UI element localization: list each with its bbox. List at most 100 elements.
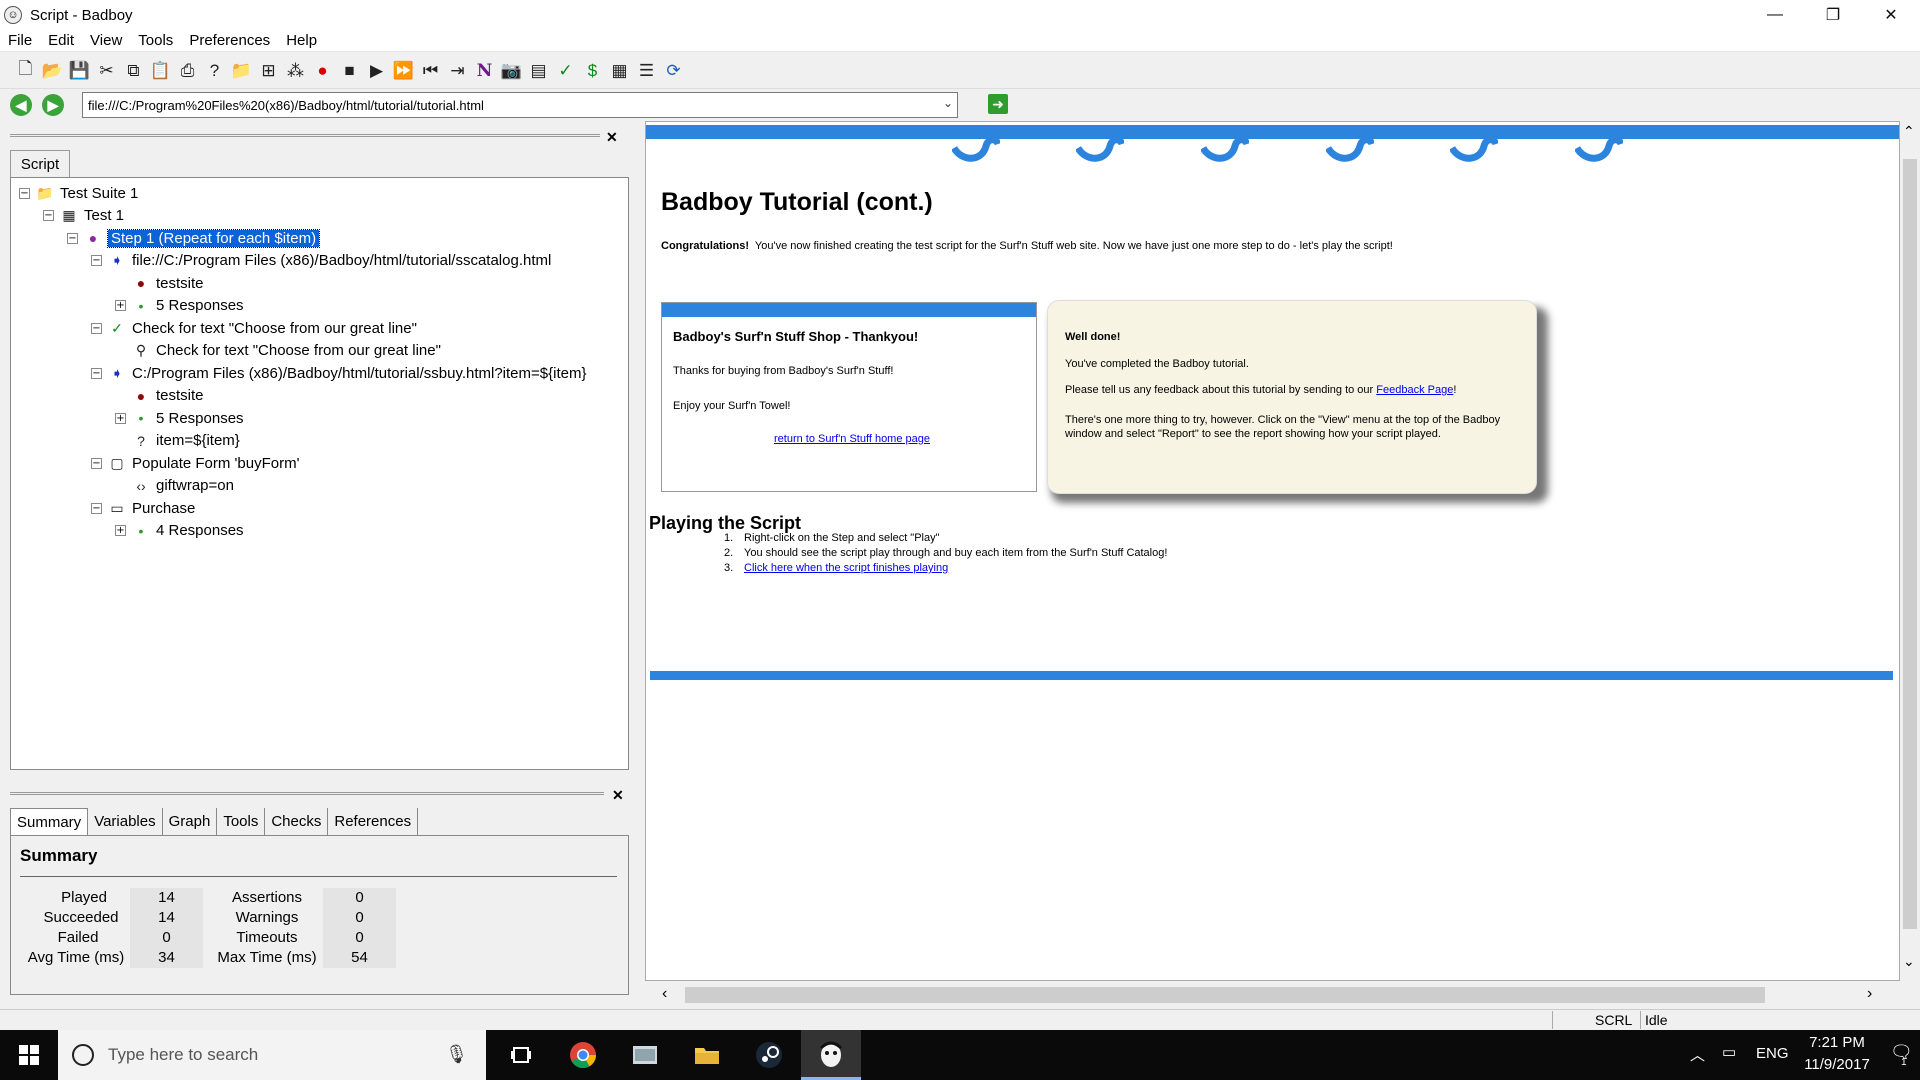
forward-arrow-icon[interactable]: ▶ bbox=[42, 94, 64, 116]
tree-node[interactable]: + • 5 Responses bbox=[115, 295, 244, 317]
tab-tools[interactable]: Tools bbox=[217, 808, 266, 835]
tree-node[interactable]: − ✓ Check for text "Choose from our great … bbox=[91, 317, 417, 339]
sticky-app-icon[interactable] bbox=[615, 1030, 675, 1080]
add-suite-icon[interactable]: 📁 bbox=[228, 57, 255, 84]
battery-icon[interactable]: ▭ bbox=[1722, 1043, 1736, 1061]
tree-node[interactable]: − ▭ Purchase bbox=[91, 497, 195, 519]
close-panel-icon[interactable]: ✕ bbox=[606, 129, 618, 146]
new-file-icon[interactable]: 🗋 bbox=[12, 57, 39, 84]
badboy-taskbar-icon[interactable] bbox=[801, 1030, 861, 1080]
paste-icon[interactable]: 📋 bbox=[147, 57, 174, 84]
file-explorer-icon[interactable] bbox=[677, 1030, 737, 1080]
collapse-icon[interactable]: − bbox=[91, 502, 102, 514]
close-panel-icon[interactable]: ✕ bbox=[612, 787, 624, 804]
play-all-icon[interactable]: ⏩ bbox=[390, 57, 417, 84]
collapse-icon[interactable]: − bbox=[91, 457, 102, 469]
collapse-icon[interactable]: − bbox=[91, 255, 102, 266]
menu-tools[interactable]: Tools bbox=[130, 32, 181, 49]
steam-icon[interactable] bbox=[739, 1030, 799, 1080]
checkmark-icon[interactable]: ✓ bbox=[552, 57, 579, 84]
script-tree[interactable]: − 📁 Test Suite 1− ▦ Test 1− ● Step 1 (Repeat f… bbox=[10, 177, 629, 770]
microphone-icon[interactable]: 🎙 bbox=[445, 1044, 468, 1065]
navigation-icon[interactable]: N bbox=[471, 57, 498, 84]
tree-node[interactable]: − ▦ Test 1 bbox=[43, 205, 124, 227]
copy-icon[interactable]: ⧉ bbox=[120, 57, 147, 84]
help-icon[interactable]: ? bbox=[201, 57, 228, 84]
table-icon[interactable]: ▦ bbox=[606, 57, 633, 84]
scroll-thumb[interactable] bbox=[1903, 159, 1917, 929]
expand-icon[interactable]: + bbox=[115, 525, 126, 536]
url-input[interactable]: file:///C:/Program%20Files%20(x86)/Badbo… bbox=[82, 92, 958, 118]
splitter-grip[interactable] bbox=[10, 134, 600, 137]
menu-edit[interactable]: Edit bbox=[40, 32, 82, 49]
scroll-up-icon[interactable]: ⌃ bbox=[1903, 123, 1915, 140]
go-arrow-icon[interactable]: ➜ bbox=[988, 94, 1008, 114]
document-icon[interactable]: ▤ bbox=[525, 57, 552, 84]
record-icon[interactable]: ● bbox=[309, 57, 336, 84]
tree-node[interactable]: − ➧ C:/Program Files (x86)/Badboy/html/tut… bbox=[91, 362, 586, 384]
tree-node[interactable]: − ● Step 1 (Repeat for each $item) bbox=[67, 227, 321, 249]
windows-start-icon[interactable] bbox=[0, 1030, 58, 1080]
report-icon[interactable]: ☰ bbox=[633, 57, 660, 84]
clock-time[interactable]: 7:21 PM bbox=[1802, 1034, 1872, 1051]
collapse-icon[interactable]: − bbox=[19, 187, 30, 199]
splitter-grip[interactable] bbox=[10, 792, 604, 795]
rewind-icon[interactable]: ⏮ bbox=[417, 57, 444, 84]
tab-references[interactable]: References bbox=[328, 808, 419, 835]
scroll-thumb[interactable] bbox=[685, 987, 1765, 1003]
collapse-icon[interactable]: − bbox=[91, 367, 102, 379]
tab-summary[interactable]: Summary bbox=[10, 808, 89, 835]
tree-node[interactable]: − ➧ file://C:/Program Files (x86)/Badboy/h… bbox=[91, 250, 551, 272]
home-page-link[interactable]: return to Surf'n Stuff home page bbox=[774, 433, 930, 445]
expand-icon[interactable]: + bbox=[115, 300, 126, 311]
maximize-button[interactable]: ❐ bbox=[1804, 0, 1862, 30]
tree-node[interactable]: − 📁 Test Suite 1 bbox=[19, 182, 138, 204]
back-arrow-icon[interactable]: ◀ bbox=[10, 94, 32, 116]
scroll-down-icon[interactable]: ⌄ bbox=[1903, 953, 1915, 970]
clock-date[interactable]: 11/9/2017 bbox=[1802, 1056, 1872, 1073]
minimize-button[interactable]: — bbox=[1746, 0, 1804, 30]
tab-checks[interactable]: Checks bbox=[265, 808, 329, 835]
stop-icon[interactable]: ■ bbox=[336, 57, 363, 84]
scroll-right-icon[interactable]: › bbox=[1867, 985, 1872, 1003]
tab-script[interactable]: Script bbox=[10, 150, 70, 177]
feedback-page-link[interactable]: Feedback Page bbox=[1376, 384, 1453, 396]
script-finished-link[interactable]: Click here when the script finishes play… bbox=[744, 562, 948, 574]
tree-node[interactable]: + • 4 Responses bbox=[115, 520, 244, 542]
tree-node[interactable]: ● testsite bbox=[115, 385, 204, 407]
taskbar-search-input[interactable]: Type here to search 🎙 bbox=[58, 1030, 486, 1080]
tab-variables[interactable]: Variables bbox=[88, 808, 163, 835]
print-icon[interactable]: ⎙ bbox=[174, 57, 201, 84]
tree-node[interactable]: ‹› giftwrap=on bbox=[115, 475, 234, 497]
tree-node[interactable]: ● testsite bbox=[115, 272, 204, 294]
play-icon[interactable]: ▶ bbox=[363, 57, 390, 84]
horizontal-scrollbar[interactable]: ‹ › bbox=[645, 981, 1900, 1009]
scroll-left-icon[interactable]: ‹ bbox=[662, 985, 667, 1003]
open-folder-icon[interactable]: 📂 bbox=[39, 57, 66, 84]
add-step-icon[interactable]: ⁂ bbox=[282, 57, 309, 84]
tab-graph[interactable]: Graph bbox=[163, 808, 218, 835]
tree-node[interactable]: − ▢ Populate Form 'buyForm' bbox=[91, 452, 299, 474]
menu-view[interactable]: View bbox=[82, 32, 130, 49]
tree-node[interactable]: + • 5 Responses bbox=[115, 407, 244, 429]
collapse-icon[interactable]: − bbox=[43, 210, 54, 221]
chrome-icon[interactable] bbox=[553, 1030, 613, 1080]
vertical-scrollbar[interactable]: ⌃ ⌄ bbox=[1900, 121, 1920, 981]
screenshot-camera-icon[interactable]: 📷 bbox=[498, 57, 525, 84]
collapse-icon[interactable]: − bbox=[91, 322, 102, 334]
chevron-down-icon[interactable]: ⌄ bbox=[943, 96, 953, 110]
close-button[interactable]: ✕ bbox=[1862, 0, 1920, 30]
add-test-icon[interactable]: ⊞ bbox=[255, 57, 282, 84]
menu-help[interactable]: Help bbox=[278, 32, 325, 49]
tree-node[interactable]: ? item=${item} bbox=[115, 430, 240, 452]
chevron-up-icon[interactable]: ︿ bbox=[1690, 1044, 1705, 1065]
language-indicator[interactable]: ENG bbox=[1756, 1045, 1789, 1062]
tree-node[interactable]: ⚲ Check for text "Choose from our great l… bbox=[115, 340, 441, 362]
variable-dollar-icon[interactable]: $ bbox=[579, 57, 606, 84]
step-forward-icon[interactable]: ⇥ bbox=[444, 57, 471, 84]
menu-file[interactable]: File bbox=[0, 32, 40, 49]
menu-preferences[interactable]: Preferences bbox=[181, 32, 278, 49]
collapse-icon[interactable]: − bbox=[67, 232, 78, 244]
save-icon[interactable]: 💾 bbox=[66, 57, 93, 84]
browser-view[interactable]: Badboy Tutorial (cont.) Congratulations!… bbox=[645, 121, 1900, 981]
